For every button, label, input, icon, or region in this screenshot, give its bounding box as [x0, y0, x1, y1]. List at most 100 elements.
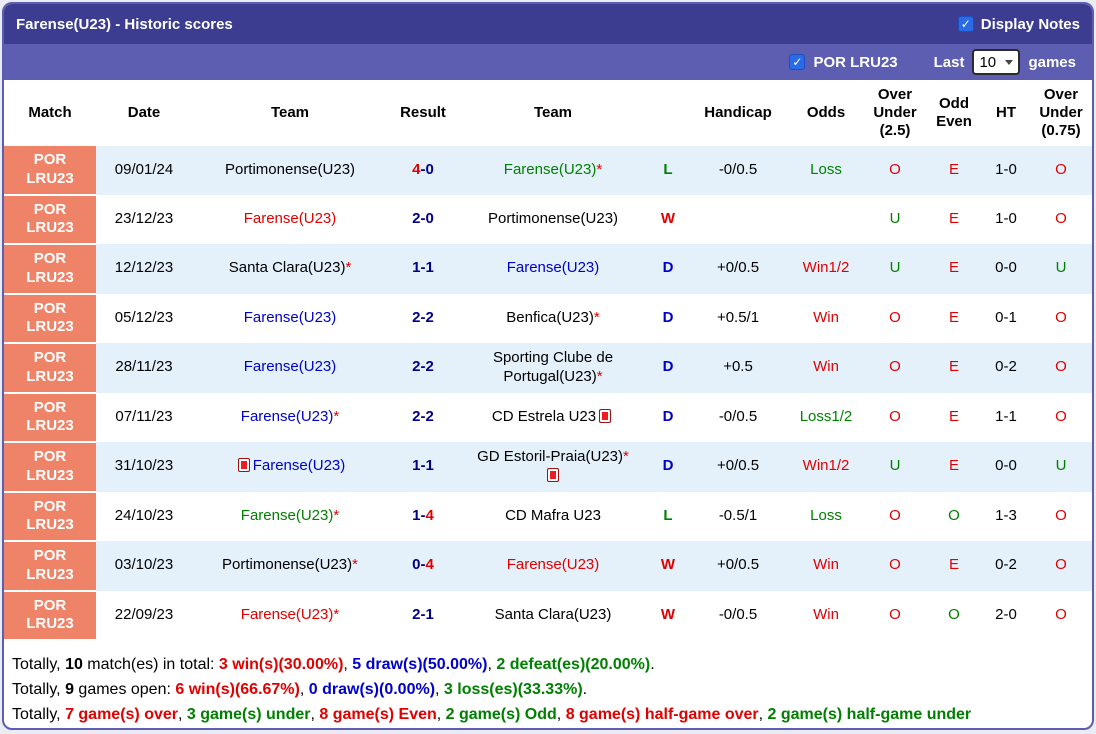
home-team: Santa Clara(U23)* — [192, 244, 388, 294]
team-name[interactable]: Santa Clara(U23) — [229, 259, 346, 276]
red-card-icon — [237, 458, 250, 473]
wdl-indicator: D — [662, 358, 674, 376]
odds-result: Win — [813, 556, 839, 574]
red-card-icon — [547, 467, 559, 482]
team-name[interactable]: Farense(U23) — [507, 556, 600, 573]
odds-result: Loss — [810, 506, 842, 524]
display-notes-checkbox[interactable] — [957, 16, 974, 32]
odd-even: E — [948, 209, 959, 227]
team-name[interactable]: Farense(U23) — [241, 408, 334, 425]
half-time-score: 2-0 — [995, 605, 1017, 623]
away-team: CD Mafra U23 — [458, 492, 648, 542]
result: 2-2 — [412, 308, 434, 326]
match-row: POR LRU23 03/10/23 Portimonense(U23)* 0-4 Far… — [4, 541, 1092, 592]
history-table: Match Date Team Result Team Handicap Odds Over U… — [4, 80, 1092, 641]
wdl-indicator: L — [663, 160, 673, 178]
team-name[interactable]: Santa Clara(U23) — [495, 606, 612, 623]
column-header: Over Under (0.75) — [1030, 80, 1092, 146]
match-row: POR LRU23 09/01/24 Portimonense(U23) 4-0 Fare… — [4, 146, 1092, 196]
half-time-score: 0-0 — [995, 259, 1017, 277]
home-team: Farense(U23) — [192, 343, 388, 393]
odds-result: Loss — [810, 160, 842, 178]
handicap: -0/0.5 — [718, 407, 758, 425]
team-name[interactable]: Portimonense(U23) — [225, 161, 355, 178]
title-bar: Farense(U23) - Historic scores Display N… — [4, 4, 1092, 44]
away-team: Santa Clara(U23) — [458, 591, 648, 641]
handicap: -0/0.5 — [718, 160, 758, 178]
over-under-075: U — [1055, 457, 1067, 475]
match-date: 23/12/23 — [114, 209, 174, 227]
team-name[interactable]: Farense(U23) — [244, 309, 337, 326]
team-name[interactable]: Farense(U23) — [507, 259, 600, 276]
home-team: Farense(U23) — [192, 195, 388, 245]
odd-even: E — [948, 407, 959, 425]
over-under-075: O — [1055, 506, 1067, 524]
wdl-indicator: W — [660, 605, 676, 623]
filter-bar: POR LRU23 Last 10 games — [4, 44, 1092, 80]
wdl-indicator: W — [660, 556, 676, 574]
match-date: 07/11/23 — [115, 407, 173, 425]
match-date: 24/10/23 — [114, 506, 174, 524]
match-date: 09/01/24 — [114, 160, 174, 178]
team-name[interactable]: Farense(U23) — [504, 161, 597, 178]
team-name[interactable]: Farense(U23) — [241, 606, 334, 623]
column-header: Date — [96, 80, 192, 146]
league-filter-checkbox[interactable] — [789, 54, 806, 70]
team-name[interactable]: Benfica(U23) — [506, 309, 594, 326]
wdl-indicator: D — [662, 308, 674, 326]
handicap: -0/0.5 — [718, 605, 758, 623]
result: 1-1 — [412, 259, 434, 277]
match-date: 12/12/23 — [114, 259, 174, 277]
handicap: +0/0.5 — [716, 556, 760, 574]
team-name[interactable]: Portimonense(U23) — [488, 210, 618, 227]
league-badge: POR LRU23 — [4, 541, 96, 592]
league-badge: POR LRU23 — [4, 442, 96, 493]
games-count-select[interactable]: 10 — [972, 49, 1021, 75]
over-under-25: U — [889, 259, 901, 277]
display-notes-label: Display Notes — [980, 15, 1080, 33]
odds-result: Win — [813, 358, 839, 376]
team-name[interactable]: CD Mafra U23 — [505, 507, 601, 524]
team-name[interactable]: Portimonense(U23) — [222, 556, 352, 573]
odd-even: O — [948, 605, 960, 623]
team-name[interactable]: Farense(U23) — [244, 358, 337, 375]
handicap: -0.5/1 — [718, 506, 758, 524]
over-under-25: O — [889, 358, 901, 376]
column-header: Match — [4, 80, 96, 146]
result: 2-0 — [412, 209, 434, 227]
handicap: +0/0.5 — [716, 259, 760, 277]
games-label: games — [1028, 53, 1076, 71]
team-name[interactable]: GD Estoril-Praia(U23) — [477, 448, 623, 465]
half-time-score: 1-1 — [995, 407, 1017, 425]
team-name[interactable]: Farense(U23) — [241, 507, 334, 524]
column-header: Handicap — [688, 80, 788, 146]
team-name[interactable]: Farense(U23) — [253, 457, 346, 474]
odds-result: Loss1/2 — [799, 407, 853, 425]
team-name[interactable]: Farense(U23) — [244, 210, 337, 227]
odds-result: Win1/2 — [802, 259, 850, 277]
league-badge: POR LRU23 — [4, 590, 96, 641]
star-marker: * — [596, 367, 603, 385]
table-header-row: Match Date Team Result Team Handicap Odds Over U… — [4, 80, 1092, 146]
column-header: Odd Even — [926, 80, 982, 146]
column-header: Odds — [788, 80, 864, 146]
over-under-25: U — [889, 457, 901, 475]
column-header: Over Under (2.5) — [864, 80, 926, 146]
half-time-score: 0-0 — [995, 457, 1017, 475]
wdl-indicator: W — [660, 209, 676, 227]
odds-result: Win — [813, 605, 839, 623]
league-badge: POR LRU23 — [4, 293, 96, 344]
over-under-075: O — [1055, 209, 1067, 227]
away-team: GD Estoril-Praia(U23)* — [458, 442, 648, 492]
history-table-body: POR LRU23 09/01/24 Portimonense(U23) 4-0 Fare… — [4, 146, 1092, 641]
over-under-25: O — [889, 556, 901, 574]
odds-result: Win1/2 — [802, 457, 850, 475]
team-name[interactable]: CD Estrela U23 — [492, 408, 596, 425]
handicap: +0.5/1 — [716, 308, 760, 326]
column-header — [648, 80, 688, 146]
result: 1-1 — [412, 457, 434, 475]
team-name[interactable]: Sporting Clube de Portugal(U23) — [493, 349, 613, 385]
over-under-25: U — [889, 209, 901, 227]
star-marker: * — [333, 506, 340, 524]
match-date: 31/10/23 — [114, 457, 174, 475]
